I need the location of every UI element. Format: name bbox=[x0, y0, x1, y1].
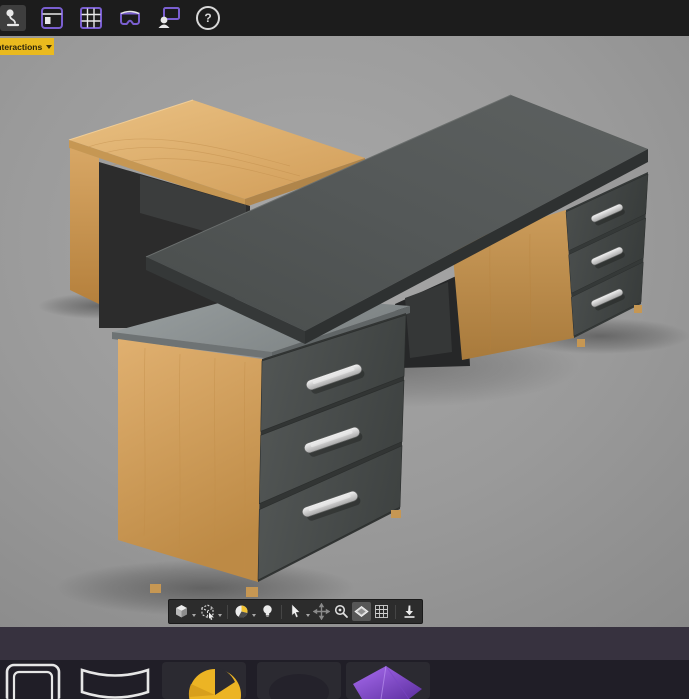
dashed-cube-icon bbox=[199, 603, 216, 620]
table-grid-button[interactable] bbox=[78, 5, 104, 31]
ground-plane-tool-button[interactable] bbox=[352, 602, 371, 621]
toolbar-separator bbox=[227, 604, 228, 619]
grid-icon bbox=[373, 603, 390, 620]
export-tool-button[interactable] bbox=[400, 602, 419, 621]
panels-button[interactable] bbox=[39, 5, 65, 31]
purple-prism-icon bbox=[346, 662, 430, 699]
asset-thumbnail-dark[interactable] bbox=[257, 662, 341, 699]
vr-headset-button[interactable] bbox=[117, 5, 143, 31]
desk-foot bbox=[634, 305, 642, 313]
shaded-sphere-icon bbox=[233, 603, 250, 620]
toolbar-separator bbox=[395, 604, 396, 619]
dropdown-caret-icon bbox=[218, 614, 222, 617]
asset-thumbnail-pie-chart[interactable] bbox=[162, 662, 246, 699]
toolbar-separator bbox=[281, 604, 282, 619]
asset-thumbnail-curved-screen[interactable] bbox=[78, 662, 152, 699]
flat-panel-icon bbox=[4, 662, 62, 699]
shading-tool-button[interactable] bbox=[232, 602, 251, 621]
viewport-toolbar bbox=[168, 599, 423, 624]
cursor-arrow-icon bbox=[287, 603, 304, 620]
desk-foot bbox=[246, 587, 258, 597]
presenter-button[interactable] bbox=[156, 5, 182, 31]
dropdown-caret-icon bbox=[252, 614, 256, 617]
viewport-3d-scene[interactable] bbox=[0, 36, 689, 627]
panels-icon bbox=[39, 5, 65, 31]
zoom-tool-button[interactable] bbox=[332, 602, 351, 621]
lighting-tool-button[interactable] bbox=[258, 602, 277, 621]
lower-panel-strip bbox=[0, 627, 689, 660]
desk-lamp-button[interactable] bbox=[0, 5, 26, 31]
light-bulb-icon bbox=[259, 603, 276, 620]
magnifier-icon bbox=[333, 603, 350, 620]
interactions-mode-tab[interactable]: interactions bbox=[0, 38, 54, 55]
dropdown-caret-icon bbox=[46, 44, 53, 49]
desk-foot bbox=[150, 584, 161, 593]
move-arrows-icon bbox=[313, 603, 330, 620]
desk-foot bbox=[577, 339, 585, 347]
help-label: ? bbox=[204, 11, 212, 25]
mode-tab-label: interactions bbox=[0, 41, 43, 52]
grid-tool-button[interactable] bbox=[372, 602, 391, 621]
asset-shelf bbox=[0, 660, 689, 699]
select-tool-button[interactable] bbox=[286, 602, 305, 621]
desk-lamp-icon bbox=[0, 5, 26, 31]
help-icon: ? bbox=[196, 6, 220, 30]
dropdown-caret-icon bbox=[306, 614, 310, 617]
cube-icon bbox=[173, 603, 190, 620]
dark-asset-icon bbox=[257, 662, 341, 699]
pie-chart-icon bbox=[162, 662, 246, 699]
download-arrow-icon bbox=[401, 603, 418, 620]
plane-diamond-icon bbox=[353, 603, 370, 620]
presenter-screen-icon bbox=[156, 5, 182, 31]
object-tool-button[interactable] bbox=[172, 602, 191, 621]
select-object-tool-button[interactable] bbox=[198, 602, 217, 621]
dropdown-caret-icon bbox=[192, 614, 196, 617]
top-toolbar: ? bbox=[0, 0, 689, 36]
asset-thumbnail-purple-prism[interactable] bbox=[346, 662, 430, 699]
curved-screen-icon bbox=[78, 662, 152, 699]
help-button[interactable]: ? bbox=[195, 5, 221, 31]
asset-thumbnail-flat-panel[interactable] bbox=[4, 662, 62, 699]
application-window: ? interactions bbox=[0, 0, 689, 699]
vr-headset-icon bbox=[117, 5, 143, 31]
table-grid-icon bbox=[78, 5, 104, 31]
desk-foot bbox=[391, 510, 401, 518]
gizmo-tool-button[interactable] bbox=[312, 602, 331, 621]
